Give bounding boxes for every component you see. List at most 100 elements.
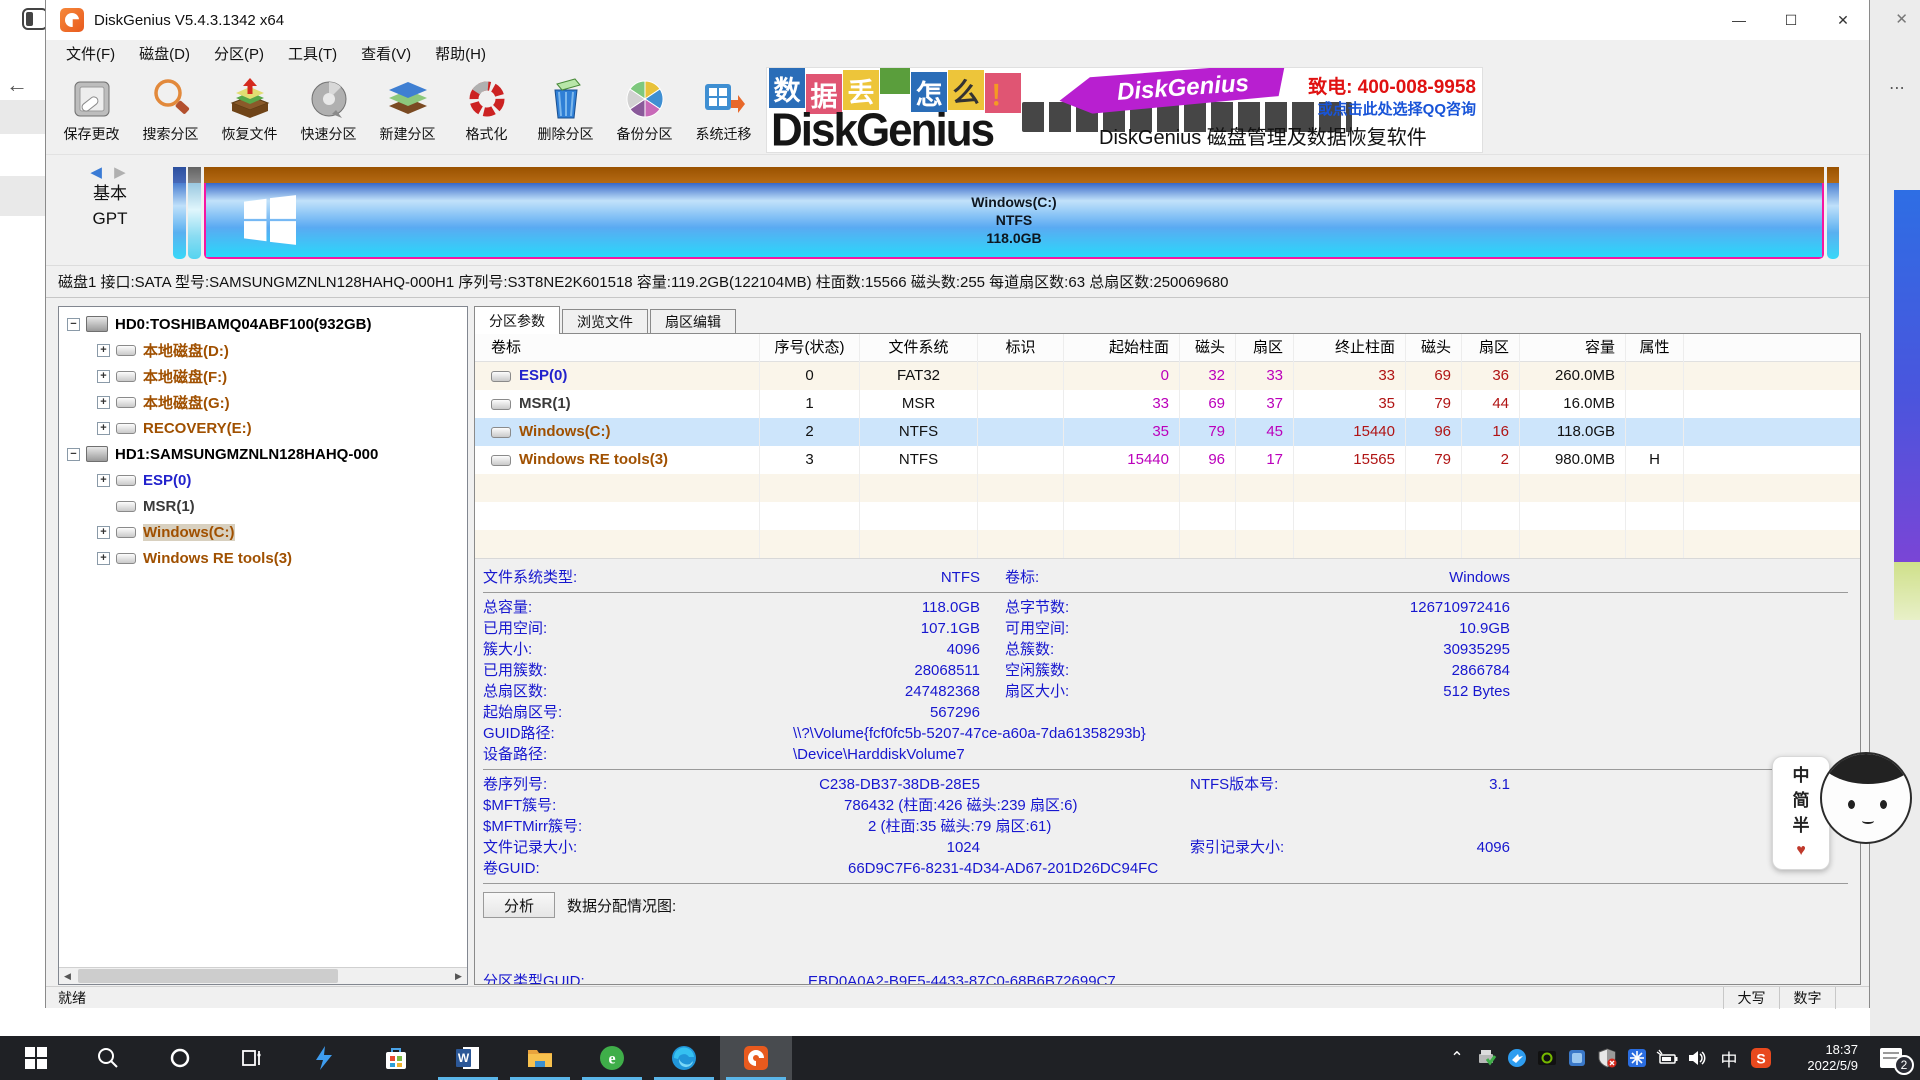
thunder-app-button[interactable] xyxy=(288,1036,360,1080)
word-app-button[interactable]: W xyxy=(432,1036,504,1080)
nvidia-tray-icon[interactable] xyxy=(1532,1036,1562,1080)
ime-mode-simplified[interactable]: 简 xyxy=(1793,788,1810,813)
back-arrow-icon[interactable]: ← xyxy=(6,72,28,98)
heart-icon[interactable]: ♥ xyxy=(1796,838,1806,863)
partition-bar-windows-re[interactable] xyxy=(1827,167,1839,259)
scrollbar-thumb[interactable] xyxy=(78,969,338,983)
background-window-right: ✕ ⋯ xyxy=(1870,0,1920,1036)
system-migrate-button[interactable]: 系统迁移 xyxy=(684,70,763,152)
tree-item-local-d[interactable]: +本地磁盘(D:) xyxy=(59,337,467,363)
minus-expander-icon[interactable]: − xyxy=(67,318,80,331)
tray-chevron-icon[interactable]: ⌃ xyxy=(1442,1036,1472,1080)
ime-mascot-avatar[interactable] xyxy=(1820,752,1912,844)
table-cell xyxy=(1462,530,1520,558)
tree-item-recovery-e[interactable]: +RECOVERY(E:) xyxy=(59,415,467,441)
tree-item-local-g[interactable]: +本地磁盘(G:) xyxy=(59,389,467,415)
cortana-button[interactable] xyxy=(144,1036,216,1080)
tree-item-local-f[interactable]: +本地磁盘(F:) xyxy=(59,363,467,389)
next-disk-arrow-icon[interactable]: ▶ xyxy=(114,164,130,181)
analyze-button[interactable]: 分析 xyxy=(483,892,555,918)
plus-expander-icon[interactable]: + xyxy=(97,474,110,487)
prev-disk-arrow-icon[interactable]: ◀ xyxy=(90,164,106,181)
table-row-row-esp[interactable]: ESP(0)0FAT3203233336936260.0MB xyxy=(475,362,1860,390)
new-partition-button[interactable]: 新建分区 xyxy=(368,70,447,152)
plus-expander-icon[interactable]: + xyxy=(97,422,110,435)
browser-360-button[interactable]: e xyxy=(576,1036,648,1080)
banner-qq-link[interactable]: 或点击此处选择QQ咨询 xyxy=(1318,98,1476,119)
plus-expander-icon[interactable]: + xyxy=(97,370,110,383)
tab-browse-files[interactable]: 浏览文件 xyxy=(562,309,648,334)
maximize-button[interactable]: ☐ xyxy=(1765,0,1817,40)
table-cell: 45 xyxy=(1236,418,1294,446)
menu-item-tools[interactable]: 工具(T) xyxy=(276,43,349,67)
ime-mode-chinese[interactable]: 中 xyxy=(1793,763,1810,788)
intel-graphics-tray-icon[interactable] xyxy=(1562,1036,1592,1080)
backup-partition-button[interactable]: 备份分区 xyxy=(605,70,684,152)
minimize-button[interactable]: — xyxy=(1713,0,1765,40)
tree-item-windows-c[interactable]: +Windows(C:) xyxy=(59,519,467,545)
partition-bar-windows-c[interactable]: Windows(C:) NTFS 118.0GB xyxy=(204,167,1824,259)
snowflake-tray-icon[interactable] xyxy=(1622,1036,1652,1080)
system-tray: ⌃ 中 S 18:37 2022/5/9 xyxy=(1442,1036,1920,1080)
tree-item-windows-re[interactable]: +Windows RE tools(3) xyxy=(59,545,467,571)
tab-sector-edit[interactable]: 扇区编辑 xyxy=(650,309,736,334)
table-row-row-re[interactable]: Windows RE tools(3)3NTFS1544096171556579… xyxy=(475,446,1860,474)
tab-partition-params[interactable]: 分区参数 xyxy=(474,306,560,334)
recover-files-button[interactable]: 恢复文件 xyxy=(210,70,289,152)
tree-item-hd0[interactable]: −HD0:TOSHIBAMQ04ABF100(932GB) xyxy=(59,311,467,337)
plus-expander-icon[interactable]: + xyxy=(97,396,110,409)
search-partition-button[interactable]: 搜索分区 xyxy=(131,70,210,152)
promo-banner[interactable]: 数据丢怎么！ DiskGenius DiskGenius 致电: 400-008… xyxy=(766,67,1483,153)
ime-status-pill[interactable]: 中 简 半 ♥ xyxy=(1772,756,1830,870)
start-button[interactable] xyxy=(0,1036,72,1080)
sogou-tray-icon[interactable]: S xyxy=(1746,1036,1776,1080)
table-row-row-windows[interactable]: Windows(C:)2NTFS357945154409616118.0GB xyxy=(475,418,1860,446)
plus-expander-icon[interactable]: + xyxy=(97,526,110,539)
menu-item-view[interactable]: 查看(V) xyxy=(349,43,423,67)
scroll-right-arrow-icon[interactable]: ▶ xyxy=(450,968,467,984)
printer-tray-icon[interactable] xyxy=(1472,1036,1502,1080)
save-changes-button[interactable]: 保存更改 xyxy=(52,70,131,152)
partition-bar-esp[interactable] xyxy=(173,167,186,259)
notification-center-button[interactable]: 2 xyxy=(1862,1036,1920,1080)
menu-item-disk[interactable]: 磁盘(D) xyxy=(127,43,202,67)
svg-text:W: W xyxy=(458,1051,470,1065)
menu-item-file[interactable]: 文件(F) xyxy=(54,43,127,67)
scroll-left-arrow-icon[interactable]: ◀ xyxy=(59,968,76,984)
quick-partition-button[interactable]: 快速分区 xyxy=(289,70,368,152)
taskbar-search-button[interactable] xyxy=(72,1036,144,1080)
task-view-button[interactable] xyxy=(216,1036,288,1080)
ime-mode-halfwidth[interactable]: 半 xyxy=(1793,813,1810,838)
microsoft-store-button[interactable] xyxy=(360,1036,432,1080)
partition-icon xyxy=(491,427,511,438)
tree-horizontal-scrollbar[interactable]: ◀ ▶ xyxy=(59,967,467,984)
ime-floating-widget[interactable]: 中 简 半 ♥ xyxy=(1772,752,1912,877)
plus-expander-icon[interactable]: + xyxy=(97,552,110,565)
battery-tray-icon[interactable] xyxy=(1652,1036,1682,1080)
menu-item-help[interactable]: 帮助(H) xyxy=(423,43,498,67)
format-button[interactable]: 格式化 xyxy=(447,70,526,152)
tree-item-msr-1[interactable]: MSR(1) xyxy=(59,493,467,519)
tree-item-hd1[interactable]: −HD1:SAMSUNGMZNLN128HAHQ-000 xyxy=(59,441,467,467)
plus-expander-icon[interactable]: + xyxy=(97,344,110,357)
delete-partition-button[interactable]: 删除分区 xyxy=(526,70,605,152)
table-row-row-msr[interactable]: MSR(1)1MSR33693735794416.0MB xyxy=(475,390,1860,418)
table-cell xyxy=(475,474,760,502)
detail-label: 设备路径: xyxy=(483,744,547,765)
scrollbar-track[interactable] xyxy=(76,968,450,984)
close-button[interactable]: ✕ xyxy=(1817,0,1869,40)
defender-tray-icon[interactable] xyxy=(1592,1036,1622,1080)
ime-indicator[interactable]: 中 xyxy=(1712,1046,1746,1071)
edge-button[interactable] xyxy=(648,1036,720,1080)
partition-bar-msr[interactable] xyxy=(188,167,201,259)
tree-item-esp-0[interactable]: +ESP(0) xyxy=(59,467,467,493)
taskbar-clock[interactable]: 18:37 2022/5/9 xyxy=(1776,1042,1862,1074)
diskgenius-taskbar-button[interactable] xyxy=(720,1036,792,1080)
partition-icon xyxy=(116,423,136,434)
table-cell: 980.0MB xyxy=(1520,446,1626,474)
minus-expander-icon[interactable]: − xyxy=(67,448,80,461)
file-explorer-button[interactable] xyxy=(504,1036,576,1080)
bird-app-tray-icon[interactable] xyxy=(1502,1036,1532,1080)
speaker-tray-icon[interactable] xyxy=(1682,1036,1712,1080)
menu-item-partition[interactable]: 分区(P) xyxy=(202,43,276,67)
